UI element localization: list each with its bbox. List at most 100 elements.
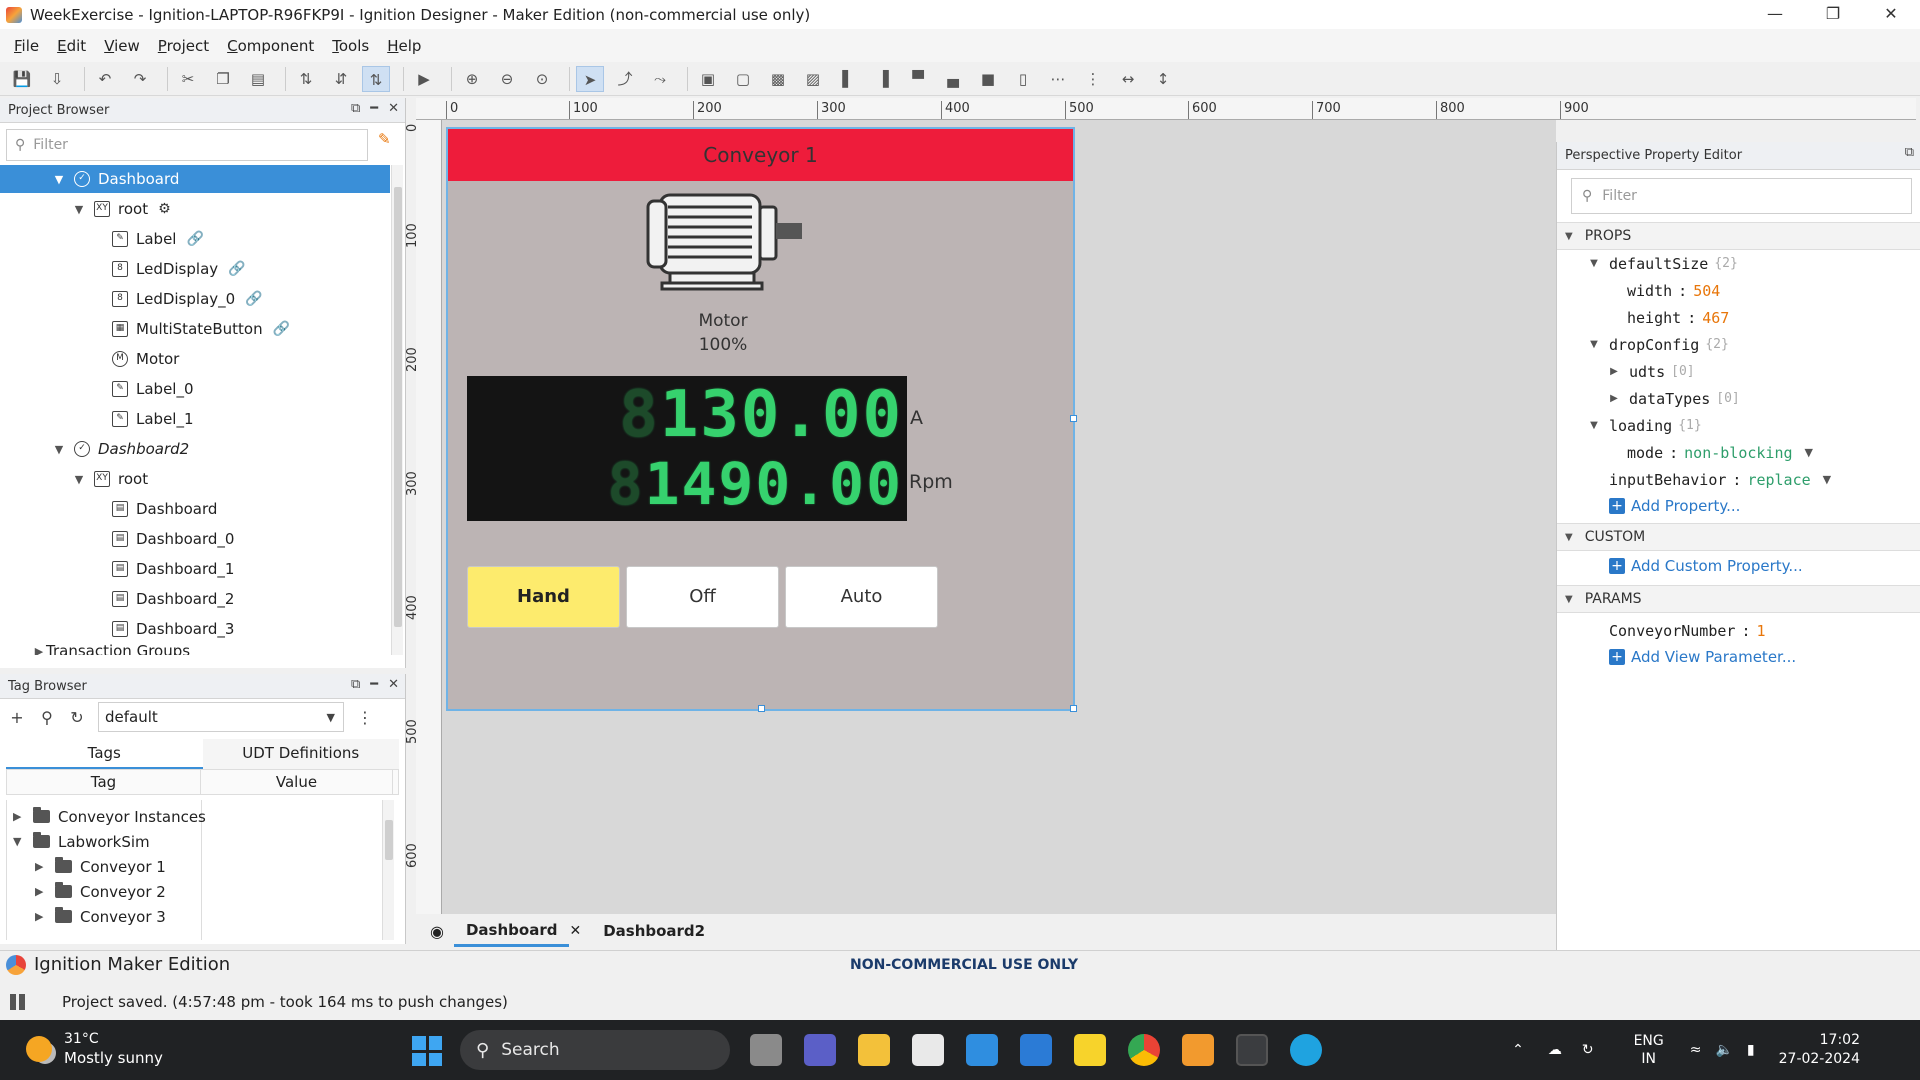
menu-project[interactable]: Project [158, 37, 209, 55]
close-tab-icon[interactable]: ✕ [569, 923, 581, 939]
expand-icon[interactable]: ▶ [13, 810, 27, 823]
grid-icon[interactable] [10, 994, 26, 1010]
expand-icon[interactable]: ▶ [1607, 393, 1621, 404]
expand-icon[interactable]: ▶ [35, 860, 49, 873]
collapse-icon[interactable]: ▼ [72, 473, 86, 486]
cut-icon[interactable]: ✂ [174, 66, 202, 92]
selection-tool-icon[interactable]: ➤ [576, 65, 604, 92]
resize-handle-bottom[interactable] [758, 705, 765, 712]
distribute-h-icon[interactable]: ⋯ [1044, 66, 1072, 92]
save-icon[interactable]: 💾 [8, 66, 36, 92]
edge-icon[interactable] [1290, 1034, 1322, 1066]
align-center-icon[interactable]: ■ [974, 66, 1002, 92]
add-property-link[interactable]: + Add Property... [1557, 493, 1920, 519]
section-params[interactable]: ▼ PARAMS [1557, 585, 1920, 613]
menu-edit[interactable]: Edit [57, 37, 86, 55]
prop-height[interactable]: height: 467 [1557, 304, 1920, 331]
tree-item-embedded-dashboard[interactable]: ▤ Dashboard [0, 495, 390, 523]
taskbar-search[interactable]: ⚲ Search [460, 1030, 730, 1070]
paste-icon[interactable]: ▤ [244, 66, 272, 92]
expand-icon[interactable]: ▶ [35, 885, 49, 898]
zoom-fit-icon[interactable]: ⊙ [528, 66, 556, 92]
section-custom[interactable]: ▼ CUSTOM [1557, 523, 1920, 551]
align-middle-icon[interactable]: ▯ [1009, 66, 1037, 92]
tag-table-scrollbar[interactable] [382, 800, 394, 940]
zoom-out-icon[interactable]: ⊖ [493, 66, 521, 92]
view-header-label[interactable]: Conveyor 1 [448, 129, 1073, 181]
tree-item-multistatebutton[interactable]: ▦ MultiStateButton 🔗 [0, 315, 390, 343]
more-options-icon[interactable]: ⋮ [356, 708, 374, 727]
preview-play-icon[interactable]: ▶ [410, 66, 438, 92]
close-panel-icon[interactable]: ✕ [388, 677, 399, 692]
tag-row-conveyor-2[interactable]: ▶ Conveyor 2 [35, 879, 166, 904]
tree-item-root[interactable]: ▼ XY root [0, 465, 390, 493]
chrome-icon[interactable] [1128, 1034, 1160, 1066]
off-button[interactable]: Off [626, 566, 779, 628]
param-value[interactable]: 1 [1756, 622, 1765, 640]
project-tree-scrollbar[interactable] [391, 165, 403, 655]
remote-desktop-icon[interactable] [966, 1034, 998, 1066]
chevron-down-icon[interactable]: ▼ [1805, 446, 1813, 459]
send-back-icon[interactable]: ▨ [799, 66, 827, 92]
redo-icon[interactable]: ↷ [126, 66, 154, 92]
collapse-icon[interactable]: ▼ [1565, 532, 1573, 543]
tree-item-embedded-dashboard-1[interactable]: ▤ Dashboard_1 [0, 555, 390, 583]
store-icon[interactable] [912, 1034, 944, 1066]
ignition-launcher-icon[interactable] [1182, 1034, 1214, 1066]
scrollbar-thumb[interactable] [385, 820, 393, 860]
prop-dropconfig[interactable]: ▼ dropConfig {2} [1557, 331, 1920, 358]
tree-item-motor[interactable]: M Motor [0, 345, 390, 373]
copy-icon[interactable]: ❐ [209, 66, 237, 92]
minimize-panel-icon[interactable]: ━ [370, 101, 378, 116]
pipe-draw-icon[interactable]: ⤴ [611, 66, 639, 92]
section-props[interactable]: ▼ PROPS [1557, 222, 1920, 250]
ungroup-icon[interactable]: ▢ [729, 66, 757, 92]
prop-inputbehavior[interactable]: inputBehavior: replace ▼ [1557, 466, 1920, 493]
tree-item-label-0[interactable]: ✎ Label_0 [0, 375, 390, 403]
menu-help[interactable]: Help [387, 37, 421, 55]
prop-width[interactable]: width: 504 [1557, 277, 1920, 304]
same-height-icon[interactable]: ↕ [1149, 66, 1177, 92]
weather-widget[interactable]: 31°C Mostly sunny [26, 1030, 163, 1068]
collapse-icon[interactable]: ▼ [1565, 231, 1573, 242]
collapse-icon[interactable]: ▼ [1587, 339, 1601, 350]
tab-dashboard[interactable]: Dashboard [453, 916, 570, 947]
collapse-icon[interactable]: ▼ [52, 173, 66, 186]
resize-handle-corner[interactable] [1070, 705, 1077, 712]
tag-row-conveyor-1[interactable]: ▶ Conveyor 1 [35, 854, 166, 879]
tag-row-conveyor-3[interactable]: ▶ Conveyor 3 [35, 904, 166, 929]
column-tag[interactable]: Tag [7, 770, 201, 794]
tab-dashboard2[interactable]: Dashboard2 [591, 917, 717, 945]
align-left-icon[interactable]: ▌ [834, 66, 862, 92]
start-button[interactable] [412, 1036, 442, 1066]
edit-filter-icon[interactable]: ✎ [378, 130, 391, 148]
collapse-icon[interactable]: ▼ [1587, 420, 1601, 431]
tree-item-label-1[interactable]: ✎ Label_1 [0, 405, 390, 433]
chevron-down-icon[interactable]: ▼ [1823, 473, 1831, 486]
align-right-icon[interactable]: ▐ [869, 66, 897, 92]
add-custom-property-link[interactable]: + Add Custom Property... [1557, 553, 1920, 579]
align-top-icon[interactable]: ▀ [904, 66, 932, 92]
led-rpm-display[interactable]: 81490.00 [608, 450, 903, 518]
float-panel-icon[interactable]: ⧉ [351, 677, 360, 692]
resize-handle-right[interactable] [1070, 415, 1077, 422]
sync-icon[interactable]: ↻ [1582, 1042, 1594, 1058]
zoom-in-icon[interactable]: ⊕ [458, 66, 486, 92]
collapse-icon[interactable]: ▼ [1565, 594, 1573, 605]
same-width-icon[interactable]: ↔ [1114, 66, 1142, 92]
scrollbar-thumb[interactable] [394, 187, 402, 627]
align-bottom-icon[interactable]: ▄ [939, 66, 967, 92]
expand-icon[interactable]: ▶ [35, 910, 49, 923]
menu-view[interactable]: View [104, 37, 140, 55]
prop-value[interactable]: 504 [1693, 282, 1720, 300]
prop-datatypes[interactable]: ▶ dataTypes [0] [1557, 385, 1920, 412]
volume-icon[interactable]: 🔈 [1715, 1042, 1732, 1058]
wifi-icon[interactable]: ≈ [1690, 1042, 1702, 1058]
search-icon[interactable]: ⚲ [38, 708, 56, 727]
tree-link-icon[interactable]: ⇅ [362, 65, 390, 92]
tag-row-labworksim[interactable]: ▼ LabworkSim [13, 829, 150, 854]
led-current-display[interactable]: 8130.00 [619, 378, 903, 452]
prop-udts[interactable]: ▶ udts [0] [1557, 358, 1920, 385]
tree-item-dashboard[interactable]: ▼ ✓ Dashboard [0, 165, 390, 193]
led-display-panel[interactable]: 8130.00 81490.00 [467, 376, 907, 521]
